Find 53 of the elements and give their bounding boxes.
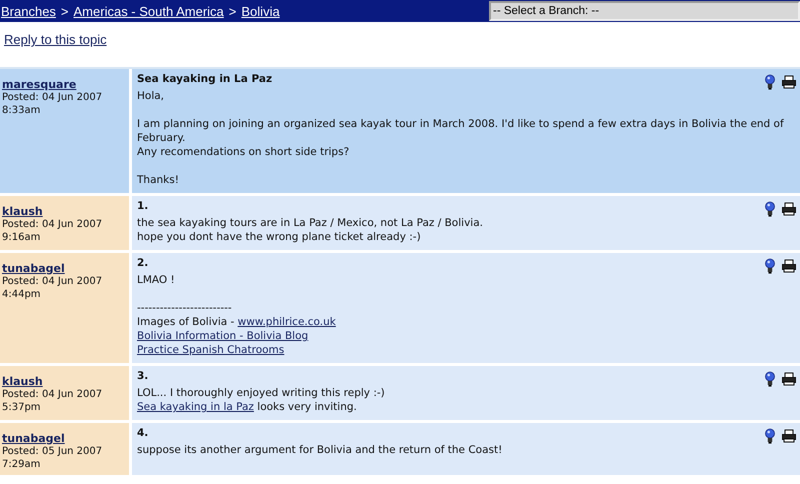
breadcrumb-link[interactable]: Branches bbox=[1, 4, 56, 18]
printer-icon[interactable] bbox=[782, 372, 796, 386]
reply-number: 4. bbox=[137, 426, 148, 440]
message-text: the sea kayaking tours are in La Paz / Mexico, not La Paz / Bolivia. bbox=[137, 217, 483, 229]
posted-date: Posted: 04 Jun 2007 bbox=[2, 388, 104, 401]
message-text: suppose its another argument for Bolivia and the return of the Coast! bbox=[137, 444, 502, 456]
posted-time: 9:16am bbox=[2, 231, 42, 244]
posted-time: 8:33am bbox=[2, 104, 42, 117]
posted-date: Posted: 05 Jun 2007 bbox=[2, 445, 104, 458]
printer-icon[interactable] bbox=[782, 75, 796, 89]
post-title: Sea kayaking in La Paz bbox=[137, 72, 272, 86]
lightbulb-icon[interactable] bbox=[765, 201, 775, 217]
posted-date: Posted: 04 Jun 2007 bbox=[2, 275, 104, 288]
posted-time: 4:44pm bbox=[2, 288, 42, 301]
lightbulb-icon[interactable] bbox=[765, 428, 775, 444]
reply-number: 2. bbox=[137, 256, 148, 270]
breadcrumb-separator: > bbox=[60, 4, 69, 18]
posted-time: 5:37pm bbox=[2, 401, 42, 414]
message-text: Any recomendations on short side trips? bbox=[137, 146, 350, 158]
lightbulb-icon[interactable] bbox=[765, 371, 775, 387]
message-text: Thanks! bbox=[137, 174, 179, 186]
printer-icon[interactable] bbox=[782, 429, 796, 443]
posted-date: Posted: 04 Jun 2007 bbox=[2, 218, 104, 231]
posted-time: 7:29am bbox=[2, 458, 42, 471]
text-link[interactable]: Practice Spanish Chatrooms bbox=[137, 344, 284, 356]
text-link[interactable]: Bolivia Information - Bolivia Blog bbox=[137, 330, 308, 342]
message-text: hope you dont have the wrong plane ticket already :-) bbox=[137, 231, 421, 243]
lightbulb-icon[interactable] bbox=[765, 74, 775, 90]
author-link[interactable]: tunabagel bbox=[2, 262, 65, 275]
breadcrumb-link[interactable]: Americas - South America bbox=[74, 4, 224, 18]
message-text: looks very inviting. bbox=[256, 401, 357, 413]
posted-date: Posted: 04 Jun 2007 bbox=[2, 91, 104, 104]
breadcrumb-separator: > bbox=[228, 4, 236, 18]
branch-select[interactable]: -- Select a Branch: -- bbox=[489, 1, 800, 21]
message-text: LMAO ! bbox=[137, 274, 175, 286]
lightbulb-icon[interactable] bbox=[765, 258, 775, 274]
author-link[interactable]: tunabagel bbox=[2, 432, 65, 445]
text-link[interactable]: www.philrice.co.uk bbox=[238, 316, 336, 328]
reply-number: 3. bbox=[137, 369, 148, 383]
reply-number: 1. bbox=[137, 199, 148, 213]
author-link[interactable]: klaush bbox=[2, 205, 43, 218]
text-link[interactable]: Sea kayaking in la Paz bbox=[137, 401, 254, 413]
printer-icon[interactable] bbox=[782, 259, 796, 273]
reply-link[interactable]: Reply to this topic bbox=[4, 32, 107, 47]
printer-icon[interactable] bbox=[782, 202, 796, 216]
message-text: Images of Bolivia - bbox=[137, 316, 236, 328]
author-link[interactable]: klaush bbox=[2, 375, 43, 388]
breadcrumb-link[interactable]: Bolivia bbox=[241, 4, 280, 18]
author-link[interactable]: maresquare bbox=[2, 78, 76, 91]
message-text: ------------------------- bbox=[137, 302, 232, 314]
message-text: Hola, bbox=[137, 90, 164, 102]
message-text: I am planning on joining an organized sea kayak tour in March 2008. I'd like to spend a few extra days in Bolivia the end of February. bbox=[137, 118, 784, 144]
message-text: LOL... I thoroughly enjoyed writing this reply :-) bbox=[137, 387, 385, 399]
